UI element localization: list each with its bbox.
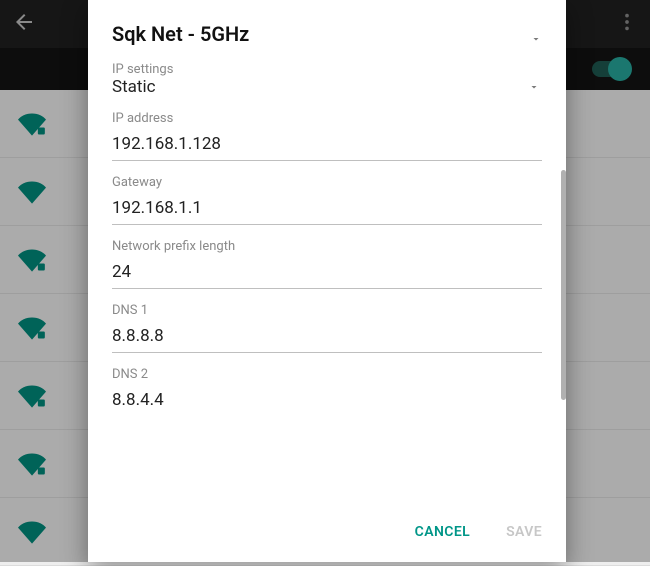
gateway-label: Gateway: [112, 175, 542, 190]
network-settings-dialog: Sqk Net - 5GHz IP settings Static IP add…: [88, 0, 566, 562]
scrollbar-thumb[interactable]: [561, 170, 566, 400]
gateway-input[interactable]: [112, 194, 542, 225]
ip-address-input[interactable]: [112, 130, 542, 161]
prefix-length-label: Network prefix length: [112, 239, 542, 254]
ip-settings-label: IP settings: [112, 62, 542, 77]
dns1-input[interactable]: [112, 322, 542, 353]
dialog-title: Sqk Net - 5GHz: [112, 22, 542, 46]
dropdown-caret-icon[interactable]: [530, 30, 542, 49]
dns1-label: DNS 1: [112, 303, 542, 318]
dns2-label: DNS 2: [112, 367, 542, 382]
ip-settings-value: Static: [112, 77, 156, 97]
dialog-body: Sqk Net - 5GHz IP settings Static IP add…: [88, 0, 566, 506]
ip-address-label: IP address: [112, 111, 542, 126]
dialog-actions: CANCEL SAVE: [88, 506, 566, 562]
cancel-button[interactable]: CANCEL: [407, 518, 478, 546]
dropdown-caret-icon: [528, 78, 540, 97]
save-button[interactable]: SAVE: [498, 518, 550, 546]
prefix-length-input[interactable]: [112, 258, 542, 289]
dns2-input[interactable]: 8.8.4.4: [112, 386, 542, 416]
ip-settings-dropdown[interactable]: Static: [112, 77, 542, 97]
